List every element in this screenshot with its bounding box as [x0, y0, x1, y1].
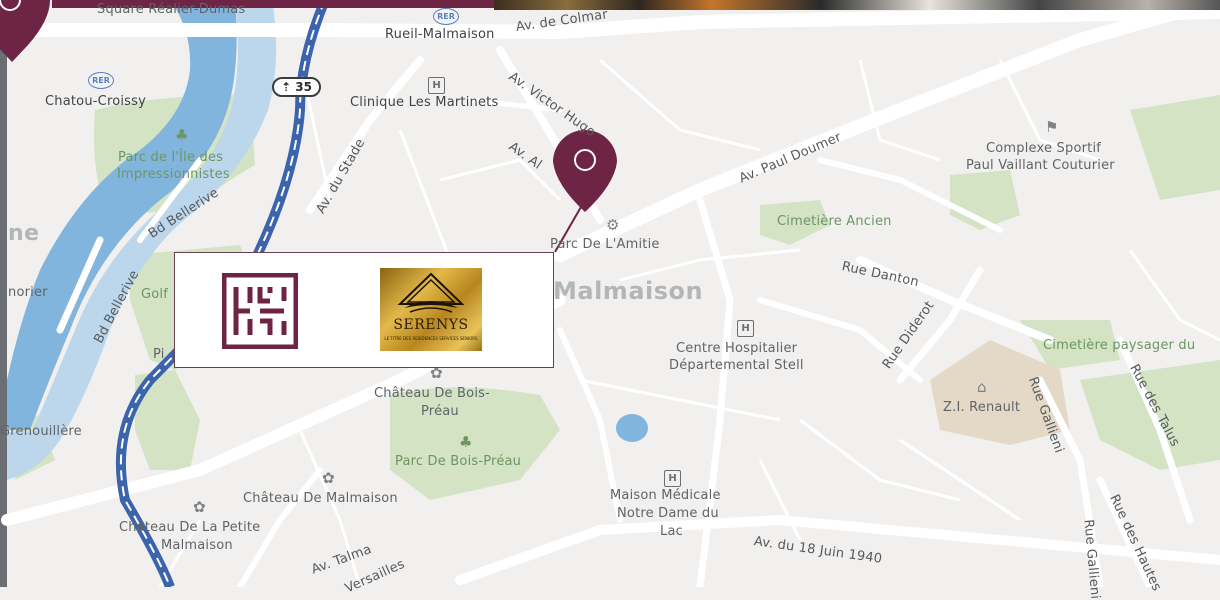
place-label: Z.I. Renault [943, 400, 1021, 415]
park-tree-icon: ♣ [175, 126, 189, 144]
place-label: norier [8, 285, 48, 300]
place-label: Paul Vaillant Couturier [966, 158, 1115, 173]
city-label: ne [8, 221, 40, 246]
place-label: Départemental Stell [669, 358, 804, 373]
bicycle-icon: ⚙ [606, 216, 620, 234]
park-label: Parc De Bois-Préau [395, 454, 522, 469]
place-label: Château De Malmaison [243, 491, 398, 506]
place-label: Centre Hospitalier [676, 341, 798, 356]
train-icon: ⇡ [281, 80, 292, 94]
park-tree-icon: ♣ [459, 433, 473, 451]
hospital-icon: H [428, 77, 445, 94]
place-label: Maison Médicale [610, 488, 721, 503]
place-label: Grenouillère [0, 424, 82, 439]
factory-icon: ⌂ [977, 378, 987, 396]
place-label: Square Réalier-Dumas [97, 2, 246, 17]
place-label: Complexe Sportif [986, 141, 1102, 156]
monument-icon: ✿ [193, 498, 206, 516]
park-label: Golf [141, 287, 169, 302]
place-label: Rueil-Malmaison [385, 27, 495, 42]
brand-logo [222, 273, 298, 349]
place-label: Lac [660, 524, 683, 539]
place-label: Chatou-Croissy [45, 94, 147, 109]
hospital-icon: H [737, 320, 754, 337]
city-label: Malmaison [553, 277, 704, 305]
place-label: Préau [421, 404, 459, 419]
park-label: Cimetière paysager du [1043, 338, 1196, 353]
place-label: Parc De L'Amitie [550, 237, 660, 252]
hospital-icon: H [664, 470, 681, 487]
route-number: 35 [295, 80, 312, 94]
place-label: Château De Bois- [374, 386, 491, 401]
rer-station-icon: RER [88, 72, 114, 89]
place-label: Malmaison [161, 538, 233, 553]
place-label: Pi [153, 347, 165, 362]
park-label: Impressionnistes [117, 167, 230, 182]
logo-card[interactable]: SERENYS LE TITRE DES RESIDENCES SERVICES… [174, 252, 554, 368]
sports-icon: ⚑ [1045, 118, 1059, 136]
serenys-tagline: LE TITRE DES RESIDENCES SERVICES SENIORS [384, 336, 478, 341]
lake [616, 414, 648, 442]
route-shield: ⇡ 35 [272, 77, 321, 97]
park-label: Parc de l'Île des [118, 150, 224, 165]
monument-icon: ✿ [430, 364, 443, 382]
serenys-wordmark: SERENYS [393, 317, 469, 333]
place-label: Notre Dame du [617, 506, 719, 521]
park-label: Cimetière Ancien [777, 214, 892, 229]
rer-station-icon: RER [433, 8, 459, 25]
serenys-emblem-icon [397, 272, 465, 313]
place-label: Château De La Petite [119, 520, 261, 535]
monument-icon: ✿ [322, 469, 335, 487]
place-label: Clinique Les Martinets [350, 95, 499, 110]
serenys-logo: SERENYS LE TITRE DES RESIDENCES SERVICES… [380, 268, 482, 351]
